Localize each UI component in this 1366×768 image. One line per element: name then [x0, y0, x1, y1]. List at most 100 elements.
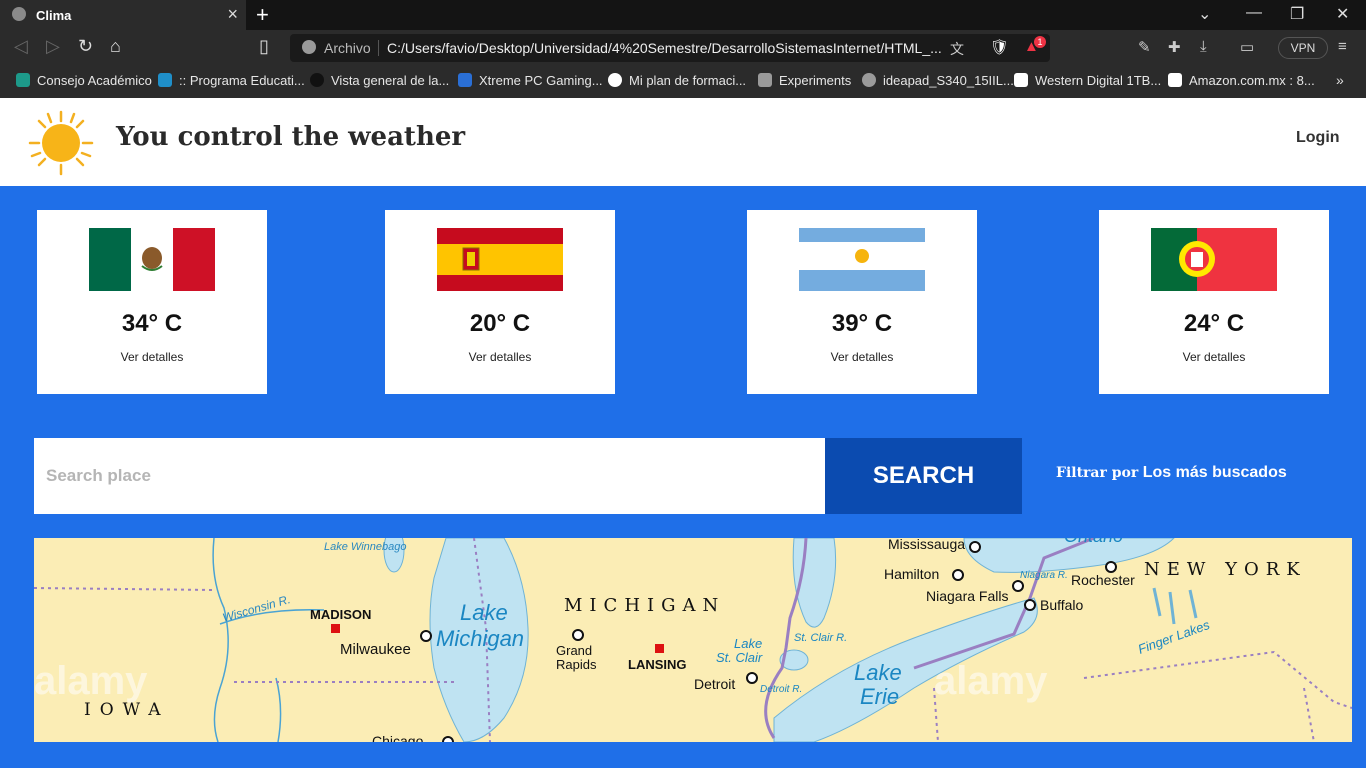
url-text[interactable]: C:/Users/favio/Desktop/Universidad/4%20S… — [387, 40, 942, 56]
map-label: MICHIGAN — [564, 595, 725, 616]
map-label: Mississauga — [888, 538, 965, 552]
home-icon[interactable]: ⌂ — [110, 36, 121, 57]
bookmark-item[interactable]: Amazon.com.mx : 8... — [1168, 73, 1315, 88]
map-label: Lake Winnebago — [324, 541, 406, 553]
bookmark-item[interactable]: :: Programa Educati... — [158, 73, 305, 88]
alert-count-badge: 1 — [1034, 36, 1046, 48]
map-label: IOWA — [84, 700, 170, 720]
bookmark-icon[interactable]: ▯ — [259, 36, 269, 57]
restore-icon[interactable]: ❐ — [1290, 4, 1304, 24]
map-label: Ontario — [1064, 538, 1123, 546]
browser-tab[interactable]: Clima × — [0, 0, 246, 30]
country-card-portugal[interactable]: 24° C Ver detalles — [1099, 210, 1329, 394]
argentina-flag-icon — [799, 228, 925, 291]
reload-icon[interactable]: ↻ — [78, 36, 93, 57]
browser-tab-bar: Clima × + ⌄ — ❐ ✕ — [0, 0, 1366, 30]
map-label: Detroit R. — [760, 684, 802, 695]
download-icon[interactable]: ⤓ — [1200, 38, 1207, 55]
google-icon — [608, 73, 622, 87]
map-label: Buffalo — [1040, 597, 1084, 613]
map-label: Niagara R. — [1020, 570, 1068, 581]
globe-icon — [12, 7, 26, 21]
forward-icon[interactable]: ▷ — [46, 36, 60, 57]
brave-shields-icon[interactable]: 🛡 — [990, 38, 1009, 56]
minimize-icon[interactable]: — — [1246, 4, 1262, 22]
map-label: MADISON — [310, 607, 371, 622]
search-input[interactable] — [34, 438, 825, 514]
login-link[interactable]: Login — [1296, 129, 1340, 147]
map-label: Chicago — [372, 733, 424, 742]
map-label: St. Clair — [716, 650, 763, 665]
pen-icon[interactable]: ✎ — [1138, 38, 1151, 56]
map-label: Niagara Falls — [926, 588, 1008, 604]
flask-icon — [758, 73, 772, 87]
search-button[interactable]: SEARCH — [825, 438, 1022, 514]
close-tab-icon[interactable]: × — [227, 4, 238, 25]
tab-search-icon[interactable]: ⌄ — [1198, 4, 1211, 24]
bookmark-item[interactable]: Vista general de la... — [310, 73, 449, 88]
mexico-flag-icon — [89, 228, 215, 291]
close-window-icon[interactable]: ✕ — [1336, 4, 1349, 24]
bookmark-item[interactable]: Experiments — [758, 73, 851, 88]
site-title: You control the weather — [116, 122, 466, 152]
bookmark-item[interactable]: Consejo Académico — [16, 73, 152, 88]
map-label: Lake — [854, 660, 902, 685]
map-label: Grand — [556, 643, 592, 658]
great-lakes-map-image: Lake Winnebago Wisconsin R. MADISON Milw… — [34, 538, 1352, 742]
bookmark-favicon-icon — [310, 73, 324, 87]
map-label: Detroit — [694, 676, 735, 692]
translate-icon[interactable]: 文 — [950, 39, 964, 59]
info-icon[interactable] — [302, 40, 316, 54]
address-divider — [378, 40, 379, 56]
country-card-mexico[interactable]: 34° C Ver detalles — [37, 210, 267, 394]
address-prefix: Archivo — [324, 40, 371, 56]
map-label: Milwaukee — [340, 641, 411, 658]
map-label: Lake — [734, 636, 762, 651]
bookmark-item[interactable]: Western Digital 1TB... — [1014, 73, 1161, 88]
vpn-button[interactable]: VPN — [1278, 37, 1328, 59]
country-card-spain[interactable]: 20° C Ver detalles — [385, 210, 615, 394]
country-card-argentina[interactable]: 39° C Ver detalles — [747, 210, 977, 394]
details-link[interactable]: Ver detalles — [37, 350, 267, 364]
details-link[interactable]: Ver detalles — [1099, 350, 1329, 364]
map-label: Rochester — [1071, 572, 1135, 588]
menu-icon[interactable]: ≡ — [1338, 38, 1347, 55]
amazon-icon — [1014, 73, 1028, 87]
site-header: You control the weather Login — [0, 98, 1366, 186]
map-label: NEW YORK — [1144, 559, 1307, 580]
region-map[interactable]: Lake Winnebago Wisconsin R. MADISON Milw… — [34, 538, 1352, 742]
filter-control[interactable]: Filtrar por Los más buscados — [1056, 464, 1287, 482]
map-label: Lake — [460, 600, 508, 625]
temperature: 20° C — [469, 310, 531, 337]
address-bar[interactable]: Archivo C:/Users/favio/Desktop/Universid… — [290, 34, 1050, 62]
more-bookmarks-icon[interactable]: » — [1336, 72, 1344, 88]
map-label: Hamilton — [884, 566, 939, 582]
globe-icon — [862, 73, 876, 87]
tab-title: Clima — [36, 8, 72, 23]
spain-flag-icon — [437, 228, 563, 291]
watermark-text: alamy — [934, 659, 1048, 703]
temperature: 39° C — [831, 310, 893, 337]
portugal-flag-icon — [1151, 228, 1277, 291]
map-label: Michigan — [436, 626, 524, 651]
filter-value[interactable]: Los más buscados — [1143, 464, 1287, 481]
temperature: 24° C — [1183, 310, 1245, 337]
bookmark-favicon-icon — [458, 73, 472, 87]
filter-prefix: Filtrar por — [1056, 465, 1139, 481]
details-link[interactable]: Ver detalles — [385, 350, 615, 364]
bookmark-item[interactable]: ideapad_S340_15IIL... — [862, 73, 1014, 88]
details-link[interactable]: Ver detalles — [747, 350, 977, 364]
bookmark-favicon-icon — [158, 73, 172, 87]
map-label: Rapids — [556, 657, 597, 672]
bookmark-item[interactable]: Xtreme PC Gaming... — [458, 73, 603, 88]
new-tab-icon[interactable]: + — [256, 2, 269, 28]
back-icon[interactable]: ◁ — [14, 36, 28, 57]
sun-icon — [28, 110, 94, 176]
watermark-text: alamy — [34, 659, 148, 703]
extensions-icon[interactable]: ✚ — [1168, 38, 1181, 56]
temperature: 34° C — [121, 310, 183, 337]
bookmark-item[interactable]: Mi plan de formaci... — [608, 73, 746, 88]
wallet-icon[interactable]: ▭ — [1240, 38, 1254, 56]
bookmarks-bar: Consejo Académico :: Programa Educati...… — [0, 66, 1366, 98]
browser-toolbar: ◁ ▷ ↻ ⌂ ▯ Archivo C:/Users/favio/Desktop… — [0, 30, 1366, 66]
